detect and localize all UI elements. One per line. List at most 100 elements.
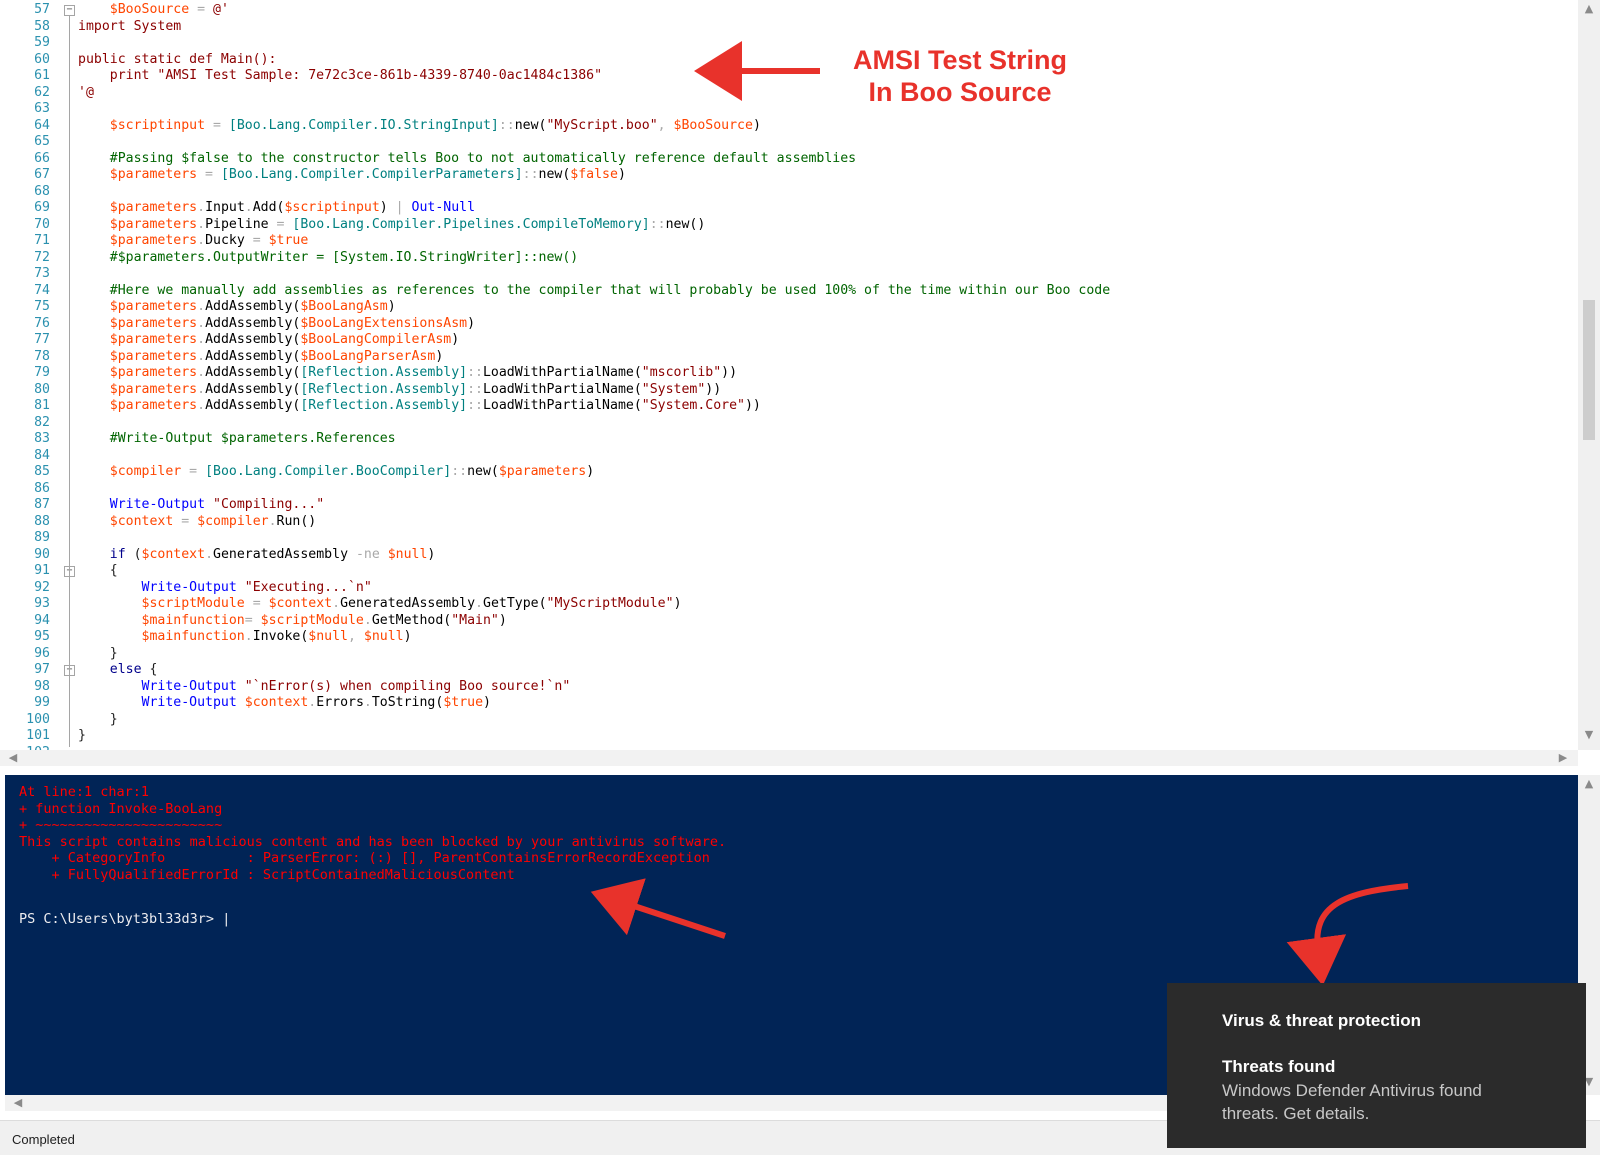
code-token: "mscorlib" (641, 365, 722, 380)
scroll-left-icon[interactable]: ◀ (2, 751, 24, 764)
defender-notification[interactable]: Virus & threat protection Threats found … (1167, 983, 1586, 1148)
editor-horizontal-scrollbar[interactable]: ◀ ▶ (0, 750, 1578, 766)
code-line[interactable]: 69 $parameters.Input.Add($scriptinput) |… (0, 200, 1578, 217)
code-text: $parameters.Ducky = $true (78, 233, 309, 250)
code-line[interactable]: 60 public static def Main(): (0, 52, 1578, 69)
code-line[interactable]: 72 #$parameters.OutputWriter = [System.I… (0, 250, 1578, 267)
notification-heading: Threats found (1222, 1057, 1336, 1076)
code-text: $BooSource = @' (78, 2, 229, 19)
code-line[interactable]: 90 if ($context.GeneratedAssembly -ne $n… (0, 547, 1578, 564)
fold-toggle-icon[interactable]: − (64, 5, 75, 16)
code-line[interactable]: 81 $parameters.AddAssembly([Reflection.A… (0, 398, 1578, 415)
code-line[interactable]: 77 $parameters.AddAssembly($BooLangCompi… (0, 332, 1578, 349)
code-line[interactable]: 86 (0, 481, 1578, 498)
code-line[interactable]: 91− { (0, 563, 1578, 580)
notification-app-name: Virus & threat protection (1222, 1011, 1421, 1030)
code-token: $true (268, 233, 309, 248)
code-token: Write-Output (141, 695, 237, 710)
code-line[interactable]: 78 $parameters.AddAssembly($BooLangParse… (0, 349, 1578, 366)
code-line[interactable]: 59 (0, 35, 1578, 52)
code-line[interactable]: 63 (0, 101, 1578, 118)
code-token: :: (649, 216, 666, 232)
scroll-up-icon[interactable]: ▲ (1578, 777, 1600, 790)
code-line[interactable]: 71 $parameters.Ducky = $true (0, 233, 1578, 250)
code-token: @' (213, 2, 229, 17)
code-line[interactable]: 66 #Passing $false to the constructor te… (0, 151, 1578, 168)
scroll-left-icon[interactable]: ◀ (7, 1096, 29, 1109)
code-line[interactable]: 101} (0, 728, 1578, 745)
code-line[interactable]: 92 Write-Output "Executing...`n" (0, 580, 1578, 597)
code-line[interactable]: 96 } (0, 646, 1578, 663)
code-line[interactable]: 67 $parameters = [Boo.Lang.Compiler.Comp… (0, 167, 1578, 184)
code-text: $parameters.AddAssembly([Reflection.Asse… (78, 398, 761, 415)
code-line[interactable]: 95 $mainfunction.Invoke($null, $null) (0, 629, 1578, 646)
code-line[interactable]: 62 '@ (0, 85, 1578, 102)
code-line[interactable]: 58 import System (0, 19, 1578, 36)
code-token: $parameters (109, 299, 198, 314)
code-line[interactable]: 93 $scriptModule = $context.GeneratedAss… (0, 596, 1578, 613)
code-token: $scriptModule (141, 596, 245, 611)
editor-vertical-scrollbar[interactable]: ▲ ▼ (1578, 0, 1600, 750)
code-text: $compiler = [Boo.Lang.Compiler.BooCompil… (78, 464, 594, 481)
code-token: $BooSource (109, 2, 190, 17)
code-line[interactable]: 98 Write-Output "`nError(s) when compili… (0, 679, 1578, 696)
code-line[interactable]: 79 $parameters.AddAssembly([Reflection.A… (0, 365, 1578, 382)
code-line[interactable]: 68 (0, 184, 1578, 201)
editor-scroll-thumb[interactable] (1583, 300, 1595, 440)
code-line[interactable]: 82 (0, 415, 1578, 432)
code-line[interactable]: 85 $compiler = [Boo.Lang.Compiler.BooCom… (0, 464, 1578, 481)
code-text: $parameters.AddAssembly([Reflection.Asse… (78, 365, 737, 382)
console-prompt[interactable]: PS C:\Users\byt3bl33d3r> | (19, 911, 230, 928)
code-token: . (363, 612, 372, 628)
code-token: $parameters (109, 381, 198, 397)
code-line[interactable]: 80 $parameters.AddAssembly([Reflection.A… (0, 382, 1578, 399)
code-token: Run() (276, 513, 317, 529)
code-token: , (347, 629, 364, 644)
code-text: else { (78, 662, 158, 679)
code-line[interactable]: 75 $parameters.AddAssembly($BooLangAsm) (0, 299, 1578, 316)
code-token: ) (451, 332, 460, 347)
code-text: } (78, 646, 118, 663)
code-line[interactable]: 73 (0, 266, 1578, 283)
code-line[interactable]: 94 $mainfunction= $scriptModule.GetMetho… (0, 613, 1578, 630)
code-line[interactable]: 88 $context = $compiler.Run() (0, 514, 1578, 531)
code-line[interactable]: 61 print "AMSI Test Sample: 7e72c3ce-861… (0, 68, 1578, 85)
scroll-up-icon[interactable]: ▲ (1578, 2, 1600, 15)
code-token: Out-Null (411, 200, 476, 215)
code-text: #$parameters.OutputWriter = [System.IO.S… (78, 250, 578, 267)
script-editor[interactable]: 57 − $BooSource = @' 58 import System 59 60 pu… (0, 0, 1600, 770)
code-area[interactable]: 57 − $BooSource = @' 58 import System 59 60 pu… (0, 0, 1578, 750)
code-text: #Passing $false to the constructor tells… (78, 151, 856, 168)
code-token: ( (125, 546, 142, 562)
annotation-label: AMSI Test String In Boo Source (852, 45, 1067, 107)
code-line[interactable]: 100 } (0, 712, 1578, 729)
code-token: '@ (78, 84, 94, 100)
scroll-right-icon[interactable]: ▶ (1552, 751, 1574, 764)
code-token: if (109, 546, 126, 562)
code-line[interactable]: 57 − $BooSource = @' (0, 2, 1578, 19)
code-line[interactable]: 64 $scriptinput = [Boo.Lang.Compiler.IO.… (0, 118, 1578, 135)
code-token: LoadWithPartialName( (482, 381, 642, 397)
code-line[interactable]: 76 $parameters.AddAssembly($BooLangExten… (0, 316, 1578, 333)
code-line[interactable]: 97− else { (0, 662, 1578, 679)
code-line[interactable]: 74 #Here we manually add assemblies as r… (0, 283, 1578, 300)
code-token: ) (673, 596, 682, 611)
code-token: )) (705, 381, 722, 397)
code-line[interactable]: 84 (0, 448, 1578, 465)
notification-body[interactable]: Windows Defender Antivirus found threats… (1222, 1079, 1542, 1125)
code-line[interactable]: 89 (0, 530, 1578, 547)
code-token: . (332, 596, 341, 611)
code-token: = (244, 612, 261, 628)
code-line[interactable]: 87 Write-Output "Compiling..." (0, 497, 1578, 514)
code-line[interactable]: 65 (0, 134, 1578, 151)
code-line[interactable]: 99 Write-Output $context.Errors.ToString… (0, 695, 1578, 712)
code-token: = (205, 117, 229, 133)
code-line[interactable]: 70 $parameters.Pipeline = [Boo.Lang.Comp… (0, 217, 1578, 234)
scroll-down-icon[interactable]: ▼ (1578, 728, 1600, 741)
code-line[interactable]: 83 #Write-Output $parameters.References (0, 431, 1578, 448)
